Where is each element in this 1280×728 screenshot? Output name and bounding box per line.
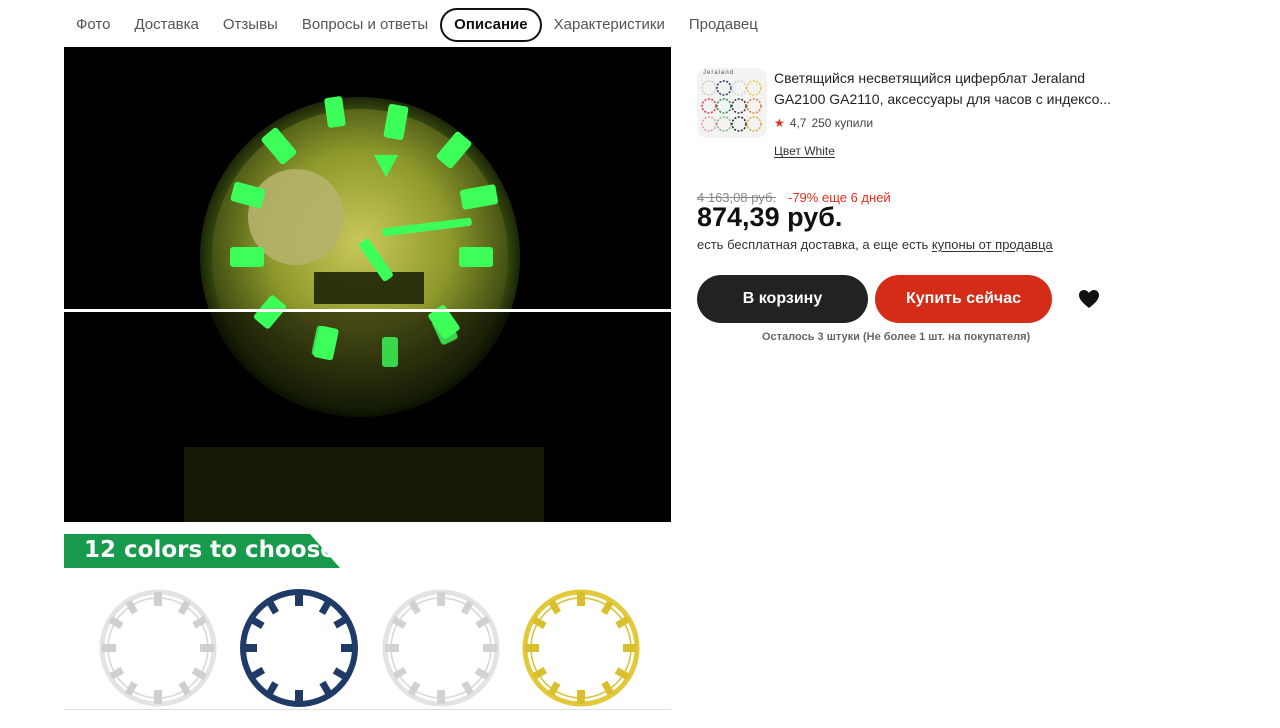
colors-banner-text: 12 colors to choose — [84, 537, 336, 563]
thumb-brand-text: Jeraland — [703, 70, 735, 76]
gallery-divider — [64, 709, 671, 710]
color-rings — [64, 577, 671, 717]
tab-questions[interactable]: Вопросы и ответы — [290, 8, 440, 42]
tab-delivery[interactable]: Доставка — [122, 8, 210, 42]
colors-banner: 12 colors to choose — [64, 534, 340, 568]
product-thumbnail[interactable]: Jeraland — [697, 68, 767, 138]
buy-now-button[interactable]: Купить сейчас — [875, 275, 1052, 323]
tab-description[interactable]: Описание — [440, 8, 542, 42]
ring-white-2 — [382, 589, 500, 707]
product-title[interactable]: Светящийся несветящийся циферблат Jerala… — [774, 68, 1114, 110]
rating-value: 4,7 — [789, 116, 807, 130]
tab-photo[interactable]: Фото — [64, 8, 122, 42]
heart-icon[interactable] — [1077, 287, 1101, 311]
star-icon: ★ — [774, 116, 785, 130]
current-price: 874,39 руб. — [697, 202, 843, 232]
delivery-info: есть бесплатная доставка, а еще есть куп… — [697, 237, 1053, 252]
tab-reviews[interactable]: Отзывы — [211, 8, 290, 42]
ring-white-1 — [99, 589, 217, 707]
bought-count: 250 купили — [811, 116, 874, 130]
color-selector[interactable]: Цвет White — [774, 144, 835, 158]
luminous-dial-image — [64, 47, 671, 522]
add-to-cart-button[interactable]: В корзину — [697, 275, 868, 323]
ring-yellow — [522, 589, 640, 707]
product-rating[interactable]: ★ 4,7 250 купили — [774, 116, 873, 130]
delivery-text: есть бесплатная доставка, а еще есть — [697, 237, 932, 252]
tab-seller[interactable]: Продавец — [677, 8, 770, 42]
seller-coupons-link[interactable]: купоны от продавца — [932, 237, 1053, 252]
ring-navy — [240, 589, 358, 707]
tab-specs[interactable]: Характеристики — [542, 8, 677, 42]
description-gallery: 12 colors to choose — [64, 47, 671, 719]
stock-note: Осталось 3 штуки (Не более 1 шт. на поку… — [762, 331, 1031, 343]
section-tabs: Фото Доставка Отзывы Вопросы и ответы Оп… — [64, 8, 770, 42]
